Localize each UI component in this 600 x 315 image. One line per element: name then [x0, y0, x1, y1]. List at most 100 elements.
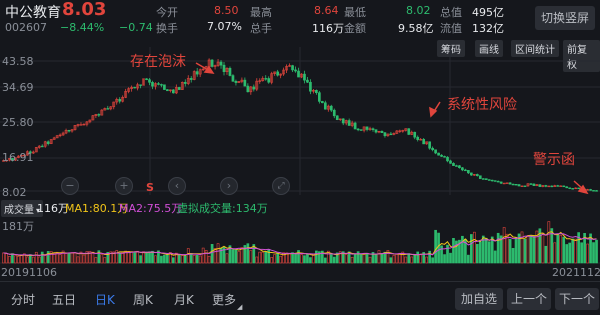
volume-bar [508, 238, 512, 264]
volume-bar [544, 245, 548, 264]
volume-bar [64, 253, 68, 264]
volume-bar [562, 236, 566, 264]
candle-body [413, 131, 417, 138]
volume-bar [142, 251, 145, 264]
volume-bar [192, 254, 196, 264]
expand-icon[interactable]: ⤢ [272, 177, 290, 195]
candle-body [475, 174, 479, 177]
stat-volume-value: 116万 [312, 22, 344, 35]
volume-bar [52, 253, 56, 264]
volume-bar [487, 241, 491, 264]
volume-bar [565, 244, 569, 264]
stock-price: 8.03 [62, 0, 107, 20]
volume-bar [511, 248, 515, 264]
candle-body [431, 147, 434, 151]
annotation-warning-letter: 警示函 [533, 152, 575, 168]
volume-bar [359, 254, 363, 264]
candle-body [449, 160, 452, 164]
volume-bar [73, 252, 77, 264]
volume-bar [163, 254, 166, 264]
candle-body [294, 69, 297, 72]
volume-bar [130, 251, 133, 264]
volume-bar [121, 252, 125, 264]
stat-high-value: 8.64 [314, 4, 339, 17]
volume-bar [225, 253, 229, 264]
candle-body [335, 115, 339, 121]
tab-weekly-k[interactable]: 周K [133, 291, 153, 308]
tab-daily-k[interactable]: 日K [95, 291, 115, 308]
volume-header: 成交量 ▾ 116万 MA1:80.1万 MA2:75.5万 虚拟成交量:134万 [0, 199, 600, 217]
volume-bar [505, 233, 509, 264]
ma1-line [3, 231, 597, 257]
scroll-right-icon[interactable]: › [220, 177, 238, 195]
volume-bar [490, 236, 494, 264]
candle-body [428, 141, 431, 149]
volume-bar [425, 256, 428, 264]
candle-body [106, 108, 110, 110]
volume-bar [529, 235, 533, 264]
candle-body [356, 128, 360, 131]
kline-chart[interactable] [0, 47, 600, 195]
candle-body [231, 75, 235, 82]
volume-bar [231, 249, 235, 264]
add-watchlist-button[interactable]: 加自选 [455, 288, 503, 310]
volume-bar [249, 250, 253, 264]
candle-body [306, 79, 309, 83]
price-axis-4: 16.91 [2, 151, 34, 164]
volume-indicator-label: 成交量 [4, 205, 34, 216]
candle-body [487, 179, 491, 181]
header: 中公教育 8.03 002607 −8.44% −0.74 今开 8.50 最高… [0, 0, 600, 38]
next-stock-button[interactable]: 下一个 [555, 288, 599, 310]
volume-bar [419, 254, 423, 264]
volume-bar [461, 235, 464, 264]
previous-stock-button[interactable]: 上一个 [507, 288, 551, 310]
volume-bar [329, 254, 333, 264]
volume-bars [2, 221, 598, 264]
candle-body [222, 64, 226, 72]
candle-body [529, 183, 533, 185]
candle-body [118, 99, 122, 102]
candle-body [151, 82, 154, 87]
candle-body [195, 71, 199, 75]
ma2-value: MA2:75.5万 [119, 202, 183, 215]
tab-monthly-k[interactable]: 月K [174, 291, 194, 308]
tab-five-day[interactable]: 五日 [52, 291, 76, 308]
tab-more-label: 更多 [212, 293, 237, 307]
volume-bar [148, 251, 151, 264]
candle-body [490, 179, 494, 182]
volume-bar [270, 257, 274, 264]
dropdown-corner-icon: ◢ [237, 303, 243, 311]
price-axis-5: 8.02 [2, 186, 27, 199]
candle-body [592, 190, 595, 192]
volume-bar [82, 254, 86, 264]
switch-portrait-button[interactable]: 切换竖屏 [535, 6, 595, 30]
candle-body [496, 180, 500, 183]
volume-bar [303, 255, 306, 264]
candle-body [458, 165, 461, 169]
volume-bar [288, 253, 291, 264]
candle-body [291, 65, 294, 71]
volume-bar [43, 255, 47, 264]
volume-bar [186, 248, 190, 264]
volume-bar [261, 251, 265, 264]
volume-bar [571, 238, 575, 264]
candle-body [40, 145, 44, 148]
price-axis-3: 25.80 [2, 116, 34, 129]
candle-body [374, 129, 378, 133]
date-start: 20191106 [1, 266, 57, 279]
volume-bar [434, 229, 437, 264]
candle-body [508, 182, 512, 185]
zoom-out-icon[interactable]: − [61, 177, 79, 195]
volume-bar [264, 251, 268, 264]
scroll-left-icon[interactable]: ‹ [168, 177, 186, 195]
candle-body [380, 130, 384, 133]
candle-body [365, 126, 369, 130]
zoom-in-icon[interactable]: + [115, 177, 133, 195]
volume-bar [443, 254, 446, 264]
tab-intraday[interactable]: 分时 [11, 291, 35, 308]
volume-bar [234, 249, 238, 264]
tab-more[interactable]: 更多◢ [212, 291, 242, 311]
volume-bar [514, 237, 518, 264]
volume-bar [413, 254, 417, 264]
candle-body [97, 114, 101, 116]
